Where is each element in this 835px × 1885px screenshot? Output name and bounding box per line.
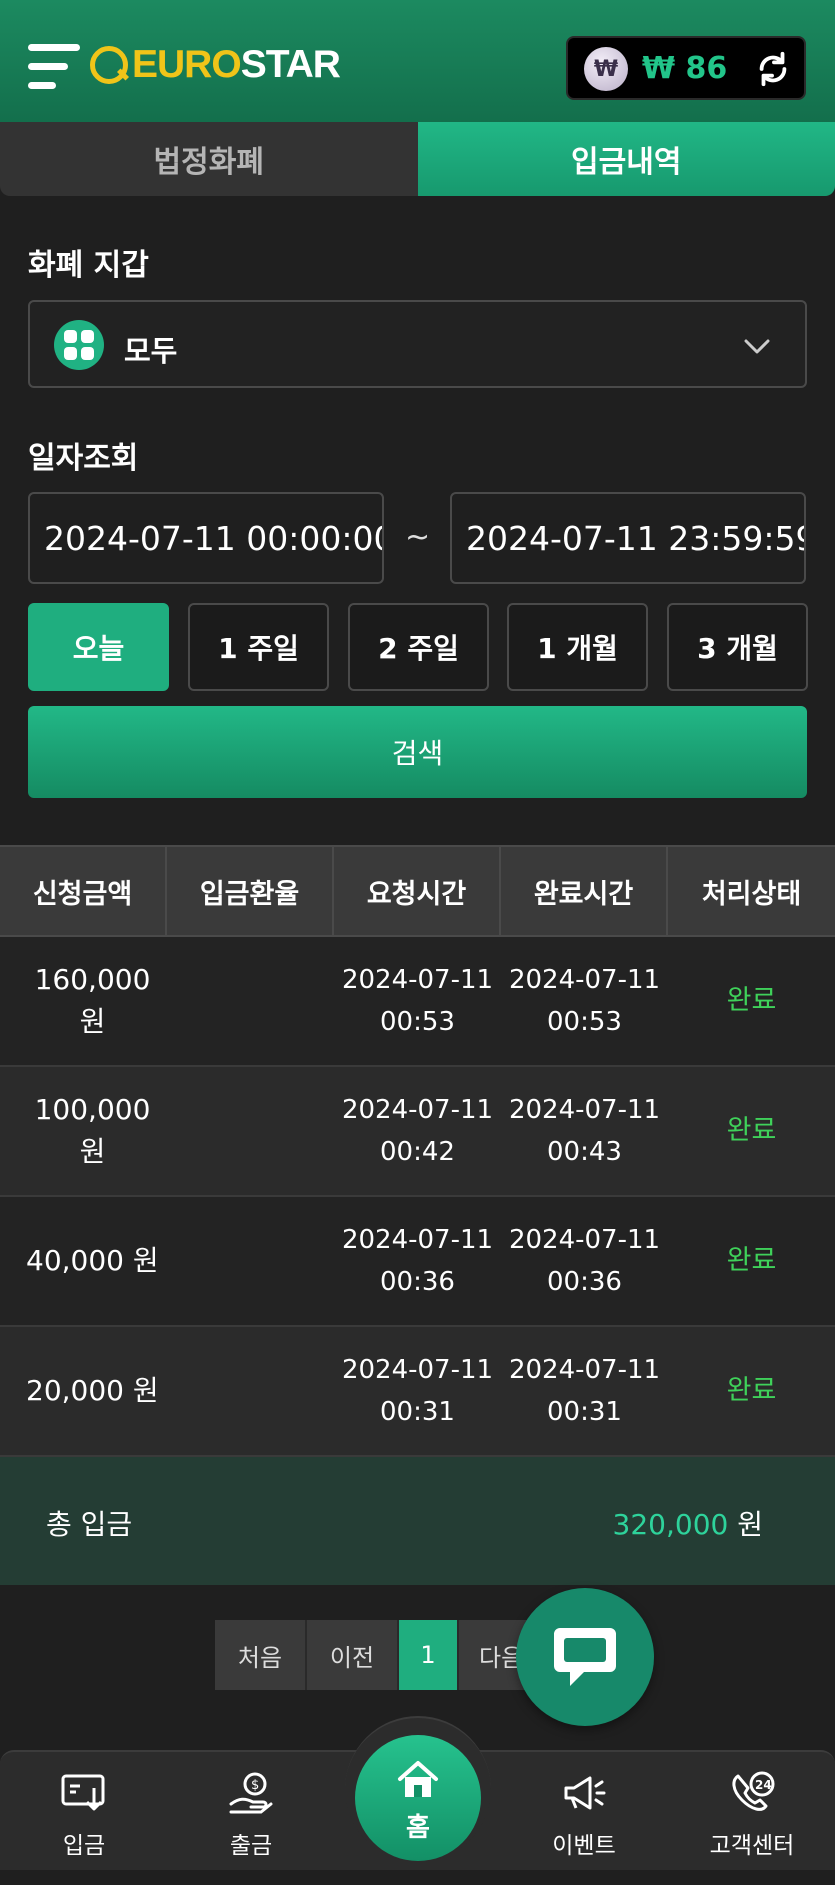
won-coin-icon: ₩ — [584, 47, 628, 91]
chat-button[interactable] — [516, 1588, 654, 1726]
row-amount: 20,000 원 — [26, 1374, 159, 1407]
row-rate — [167, 937, 334, 1065]
tab-fiat[interactable]: 법정화폐 — [0, 122, 418, 196]
nav-withdraw[interactable]: $ 출금 — [181, 1762, 321, 1862]
brand-prefix: EURO — [132, 43, 242, 86]
nav-home[interactable]: 홈 — [355, 1735, 481, 1861]
total-value: 320,000 원 — [612, 1508, 763, 1541]
row-request-time: 2024-07-11 00:36 — [341, 1225, 494, 1297]
row-status: 완료 — [726, 985, 777, 1016]
col-amount: 신청금액 — [0, 847, 167, 935]
table-row: 20,000 원 2024-07-11 00:31 2024-07-11 00:31… — [0, 1327, 835, 1457]
date-label: 일자조회 — [28, 441, 139, 476]
date-from-input[interactable] — [28, 492, 384, 584]
menu-icon[interactable] — [28, 42, 80, 92]
chevron-down-icon — [744, 339, 770, 354]
period-2week-button[interactable]: 2 주일 — [348, 603, 489, 691]
period-1month-button[interactable]: 1 개월 — [507, 603, 648, 691]
row-complete-time: 2024-07-11 00:31 — [508, 1355, 661, 1427]
table-header: 신청금액 입금환율 요청시간 완료시간 처리상태 — [0, 845, 835, 937]
date-to-input[interactable] — [450, 492, 806, 584]
row-amount: 40,000 원 — [26, 1244, 159, 1277]
row-rate — [167, 1197, 334, 1325]
col-request-time: 요청시간 — [334, 847, 501, 935]
total-bar: 총 입금 320,000 원 — [0, 1457, 835, 1585]
svg-text:$: $ — [251, 1778, 259, 1793]
period-today-button[interactable]: 오늘 — [28, 603, 169, 691]
brand-suffix: STAR — [240, 43, 341, 86]
home-icon — [398, 1761, 438, 1797]
balance-widget: ₩ ₩ 86 — [566, 36, 806, 100]
refresh-icon[interactable] — [754, 50, 792, 88]
date-separator: ~ — [405, 520, 431, 555]
row-status: 완료 — [726, 1245, 777, 1276]
nav-support[interactable]: 24 고객센터 — [682, 1762, 822, 1862]
wallet-selected-value: 모두 — [124, 334, 178, 368]
page-first-button[interactable]: 처음 — [215, 1620, 307, 1690]
nav-deposit[interactable]: 입금 — [14, 1762, 154, 1862]
row-request-time: 2024-07-11 00:31 — [341, 1355, 494, 1427]
search-button[interactable]: 검색 — [28, 706, 807, 798]
logo-mark-icon — [90, 46, 128, 84]
row-complete-time: 2024-07-11 00:36 — [508, 1225, 661, 1297]
table-row: 100,000 원 2024-07-11 00:42 2024-07-11 00:4… — [0, 1067, 835, 1197]
period-1week-button[interactable]: 1 주일 — [188, 603, 329, 691]
table-row: 160,000 원 2024-07-11 00:53 2024-07-11 00:5… — [0, 937, 835, 1067]
total-label: 총 입금 — [46, 1508, 133, 1541]
app-header: EUROSTAR ₩ ₩ 86 — [0, 0, 835, 122]
row-complete-time: 2024-07-11 00:43 — [508, 1095, 661, 1167]
pagination: 처음 이전 1 다음 — [215, 1620, 549, 1690]
wallet-select[interactable]: 모두 — [28, 300, 807, 388]
row-request-time: 2024-07-11 00:42 — [341, 1095, 494, 1167]
page-current-button[interactable]: 1 — [399, 1620, 459, 1690]
deposit-icon — [61, 1774, 105, 1811]
row-request-time: 2024-07-11 00:53 — [341, 965, 494, 1037]
megaphone-icon — [564, 1776, 606, 1810]
tab-bar: 법정화폐 입금내역 — [0, 122, 835, 196]
page-prev-button[interactable]: 이전 — [307, 1620, 399, 1690]
row-status: 완료 — [726, 1115, 777, 1146]
row-amount: 160,000 원 — [34, 963, 151, 1038]
wallet-label: 화폐 지갑 — [28, 248, 149, 283]
row-status: 완료 — [726, 1375, 777, 1406]
col-status: 처리상태 — [701, 878, 802, 910]
period-3month-button[interactable]: 3 개월 — [667, 603, 808, 691]
brand-logo[interactable]: EUROSTAR — [90, 43, 341, 86]
balance-amount: ₩ 86 — [642, 51, 728, 86]
support-24-icon: 24 — [732, 1771, 775, 1811]
svg-text:24: 24 — [755, 1778, 772, 1792]
col-rate: 입금환율 — [167, 847, 334, 935]
table-row: 40,000 원 2024-07-11 00:36 2024-07-11 00:36… — [0, 1197, 835, 1327]
row-complete-time: 2024-07-11 00:53 — [508, 965, 661, 1037]
grid-icon — [54, 320, 104, 370]
row-rate — [167, 1067, 334, 1195]
withdraw-icon: $ — [229, 1772, 273, 1814]
tab-deposit-history[interactable]: 입금내역 — [417, 122, 835, 196]
nav-event[interactable]: 이벤트 — [514, 1762, 654, 1862]
col-complete-time: 완료시간 — [501, 847, 668, 935]
row-amount: 100,000 원 — [34, 1093, 151, 1168]
row-rate — [167, 1327, 334, 1455]
chat-bubble-icon — [554, 1628, 616, 1686]
